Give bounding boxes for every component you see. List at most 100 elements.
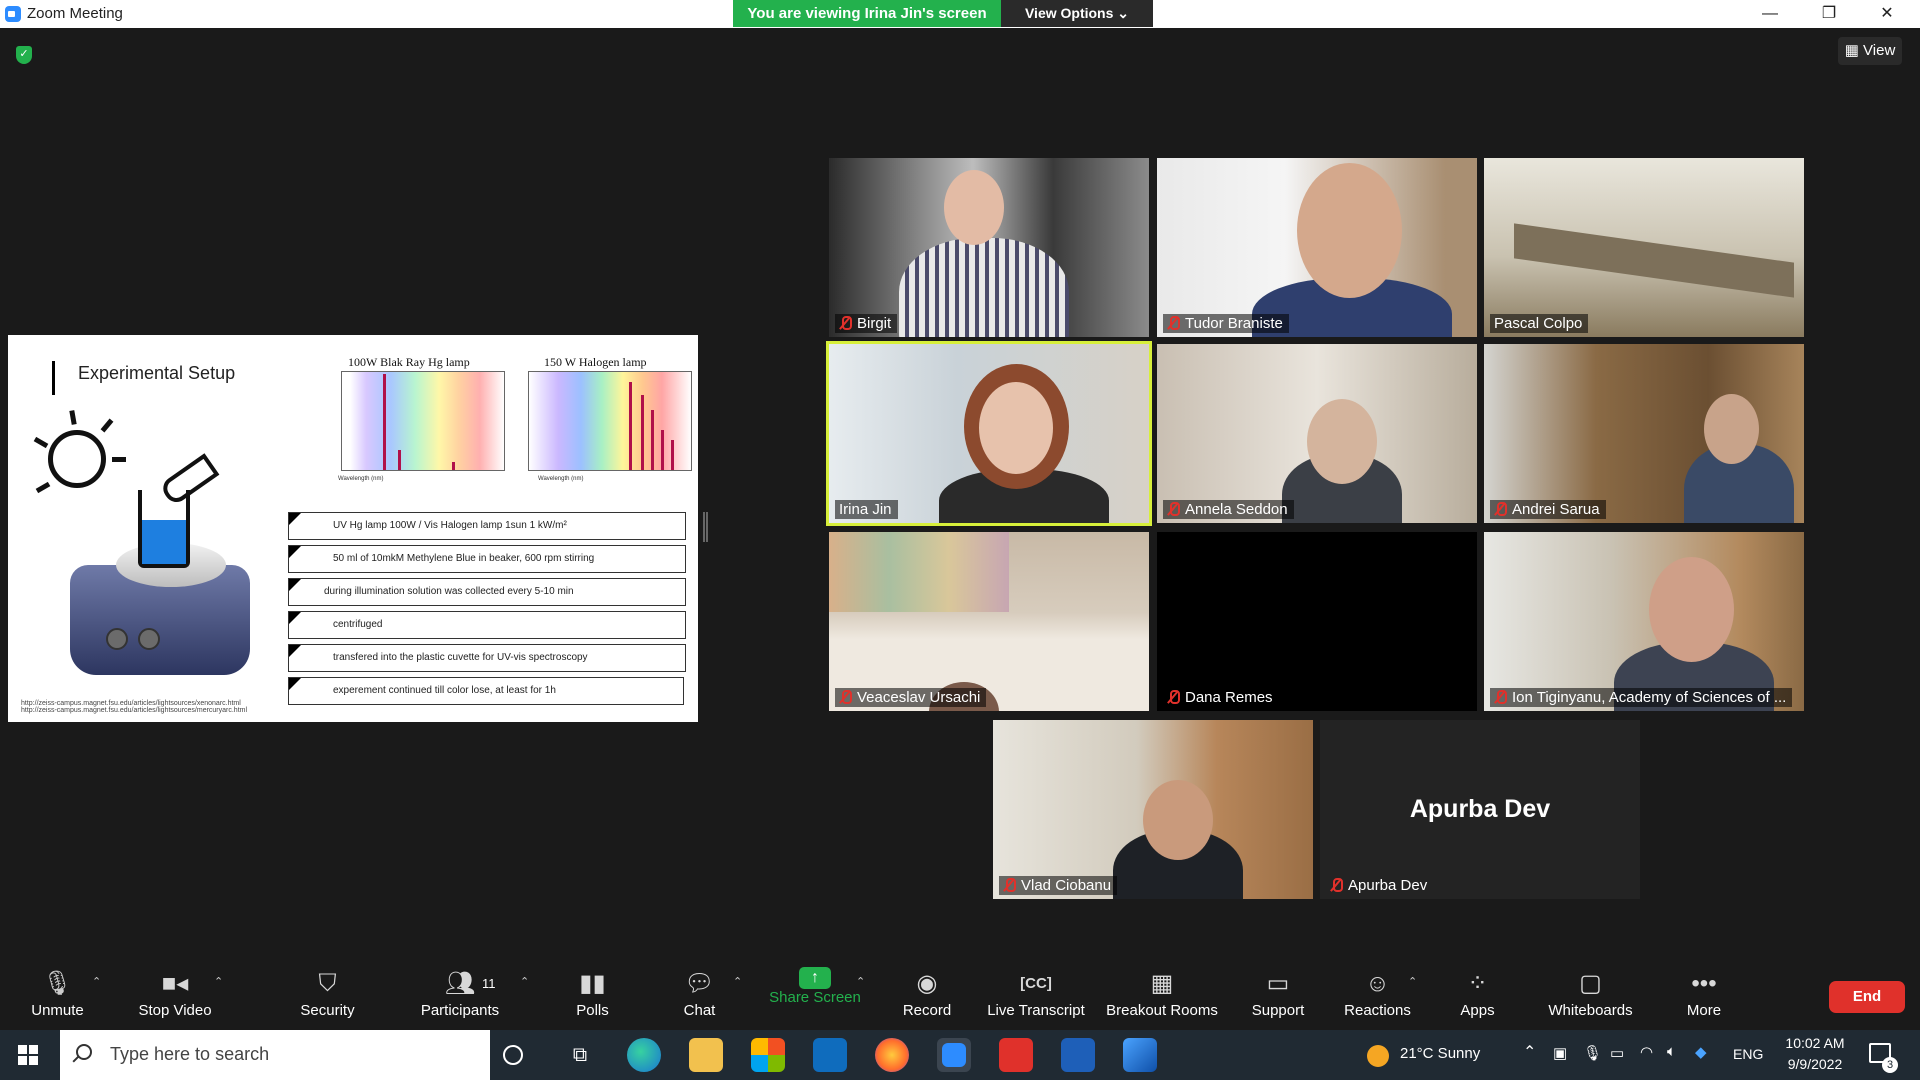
security-button[interactable]: ⛉ Security — [290, 960, 365, 1030]
breakout-rooms-button[interactable]: ▦ Breakout Rooms — [1103, 960, 1221, 1030]
participant-tile[interactable]: Andrei Sarua — [1484, 344, 1804, 523]
support-button[interactable]: ▭ Support — [1244, 960, 1312, 1030]
end-meeting-button[interactable]: End — [1829, 981, 1905, 1013]
security-label: Security — [300, 1002, 355, 1019]
audio-options-caret[interactable]: ⌃ — [92, 975, 101, 988]
participants-button[interactable]: 👥︎ Participants — [414, 960, 506, 1030]
participant-tile-video-off[interactable]: Apurba Dev Apurba Dev — [1320, 720, 1640, 899]
windows-logo-pane — [18, 1056, 27, 1065]
participant-video-face — [1297, 163, 1402, 298]
participant-name: Irina Jin — [839, 501, 892, 518]
participant-tile[interactable]: Tudor Braniste — [1157, 158, 1477, 337]
firefox-icon[interactable] — [875, 1038, 909, 1072]
participant-name-label: Apurba Dev — [1326, 876, 1433, 895]
reactions-button[interactable]: ☺ Reactions — [1340, 960, 1415, 1030]
wifi-icon[interactable]: ◠ — [1640, 1043, 1653, 1061]
video-camera-icon: ■◂ — [161, 970, 189, 997]
dropbox-icon[interactable]: ◆ — [1695, 1043, 1707, 1061]
stop-video-label: Stop Video — [138, 1002, 212, 1019]
participant-name-label: Veaceslav Ursachi — [835, 688, 987, 707]
photos-icon[interactable] — [1123, 1038, 1157, 1072]
participant-tile[interactable]: Birgit — [829, 158, 1149, 337]
battery-icon[interactable]: ▭ — [1610, 1044, 1624, 1062]
participant-name-label: Annela Seddon — [1163, 500, 1294, 519]
reactions-options-caret[interactable]: ⌃ — [1408, 975, 1417, 988]
file-explorer-icon[interactable] — [689, 1038, 723, 1072]
viewing-screen-banner: You are viewing Irina Jin's screen — [733, 0, 1001, 27]
share-screen-button[interactable]: ↑ Share Screen — [765, 960, 865, 1030]
chat-label: Chat — [683, 1002, 716, 1019]
view-button-label: View — [1863, 42, 1896, 59]
breakout-rooms-grid-icon: ▦ — [1150, 970, 1174, 997]
participant-tile-active-speaker[interactable]: Irina Jin — [826, 341, 1152, 526]
lamp-ray — [69, 410, 77, 425]
participant-name: Annela Seddon — [1185, 501, 1288, 518]
muted-microphone-icon: 🎙︎ — [42, 970, 73, 997]
participant-name: Andrei Sarua — [1512, 501, 1600, 518]
muted-mic-icon — [839, 690, 852, 704]
record-icon: ◉ — [916, 970, 938, 997]
participant-tile[interactable]: Veaceslav Ursachi — [829, 532, 1149, 711]
whiteboards-label: Whiteboards — [1548, 1002, 1633, 1019]
zoom-taskbar-icon[interactable] — [937, 1038, 971, 1072]
video-options-caret[interactable]: ⌃ — [214, 975, 223, 988]
participants-options-caret[interactable]: ⌃ — [520, 975, 529, 988]
view-button[interactable]: ▦ View — [1838, 37, 1902, 65]
clock-date[interactable]: 9/9/2022 — [1780, 1056, 1850, 1072]
polls-button[interactable]: ▮▮ Polls — [565, 960, 620, 1030]
stop-video-button[interactable]: ■◂ Stop Video — [130, 960, 220, 1030]
lamp-icon — [48, 430, 106, 488]
input-language[interactable]: ENG — [1733, 1046, 1763, 1062]
title-bar: Zoom Meeting You are viewing Irina Jin's… — [0, 0, 1920, 28]
anydesk-icon[interactable] — [999, 1038, 1033, 1072]
sunny-weather-icon[interactable] — [1367, 1045, 1389, 1067]
participant-name: Ion Tiginyanu, Academy of Sciences of ..… — [1512, 689, 1787, 706]
show-hidden-icons-chevron-icon[interactable]: ⌃ — [1523, 1042, 1536, 1062]
record-button[interactable]: ◉ Record — [897, 960, 957, 1030]
security-shield-icon[interactable]: ✓ — [16, 46, 32, 64]
close-button[interactable]: ✕ — [1864, 0, 1910, 28]
cortana-icon[interactable] — [503, 1045, 523, 1065]
taskbar-search-box[interactable]: Type here to search — [60, 1030, 490, 1080]
microphone-in-use-icon[interactable]: 🎙︎ — [1583, 1044, 1602, 1062]
word-document-icon[interactable] — [1061, 1038, 1095, 1072]
step-box: 50 ml of 10mkM Methylene Blue in beaker,… — [288, 545, 686, 573]
minimize-button[interactable]: — — [1747, 0, 1793, 28]
volume-icon[interactable]: 🔈︎ — [1667, 1043, 1676, 1060]
spectrum-axis-label: Wavelength (nm) — [538, 476, 584, 482]
participant-tile[interactable]: Annela Seddon — [1157, 344, 1477, 523]
chat-button[interactable]: 💬︎ Chat — [672, 960, 727, 1030]
task-view-icon[interactable]: ⧉ — [563, 1038, 597, 1072]
spectrum-peak — [671, 440, 674, 470]
maximize-button[interactable]: ❐ — [1806, 0, 1852, 28]
split-view-divider-handle[interactable] — [703, 512, 708, 542]
spectrum-peak — [383, 374, 386, 470]
participant-tile[interactable]: Dana Remes — [1157, 532, 1477, 711]
participant-video-face — [1649, 557, 1734, 662]
participant-tile[interactable]: Vlad Ciobanu — [993, 720, 1313, 899]
beaker-icon — [138, 490, 190, 568]
weather-text[interactable]: 21°C Sunny — [1400, 1045, 1480, 1062]
windows-start-icon[interactable] — [18, 1045, 38, 1065]
slide-title: Experimental Setup — [78, 363, 236, 383]
microsoft-store-icon[interactable] — [751, 1038, 785, 1072]
unmute-button[interactable]: 🎙︎ Unmute — [20, 960, 95, 1030]
hg-lamp-spectrum-image — [341, 371, 505, 471]
reactions-label: Reactions — [1344, 1002, 1411, 1019]
clock-time[interactable]: 10:02 AM — [1780, 1035, 1850, 1051]
participant-video-face — [1307, 399, 1377, 484]
edge-browser-icon[interactable] — [627, 1038, 661, 1072]
live-transcript-button[interactable]: [CC] Live Transcript — [986, 960, 1086, 1030]
whiteboards-button[interactable]: ▢ Whiteboards — [1543, 960, 1638, 1030]
more-button[interactable]: ••• More — [1679, 960, 1729, 1030]
participant-tile[interactable]: Pascal Colpo — [1484, 158, 1804, 337]
participant-tile[interactable]: Ion Tiginyanu, Academy of Sciences of ..… — [1484, 532, 1804, 711]
chat-options-caret[interactable]: ⌃ — [733, 975, 742, 988]
view-options-button[interactable]: View Options ⌄ — [1001, 0, 1153, 27]
meet-now-icon[interactable]: ▣ — [1553, 1044, 1567, 1062]
mail-icon[interactable] — [813, 1038, 847, 1072]
apps-button[interactable]: ⁘ Apps — [1455, 960, 1500, 1030]
share-options-caret[interactable]: ⌃ — [856, 975, 865, 988]
share-screen-arrow-icon: ↑ — [799, 967, 831, 989]
source-url: http://zeiss-campus.magnet.fsu.edu/artic… — [21, 707, 248, 714]
